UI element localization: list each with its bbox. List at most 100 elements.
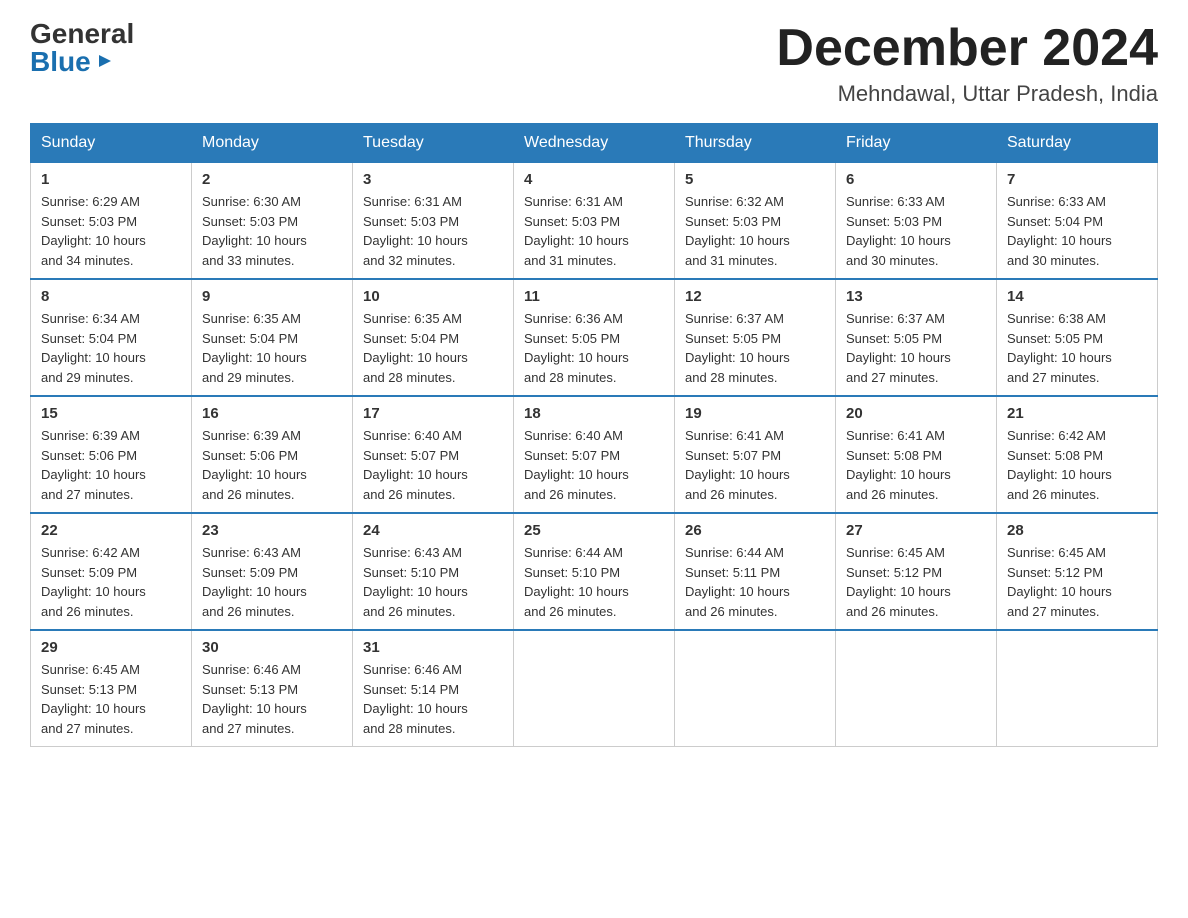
calendar-week-row: 15 Sunrise: 6:39 AMSunset: 5:06 PMDaylig…	[31, 396, 1158, 513]
day-number: 25	[524, 522, 664, 539]
day-info: Sunrise: 6:33 AMSunset: 5:03 PMDaylight:…	[846, 194, 951, 268]
calendar-cell: 22 Sunrise: 6:42 AMSunset: 5:09 PMDaylig…	[31, 513, 192, 630]
logo-arrow-icon	[95, 51, 115, 76]
calendar-cell: 3 Sunrise: 6:31 AMSunset: 5:03 PMDayligh…	[353, 163, 514, 280]
day-number: 3	[363, 171, 503, 188]
calendar-cell: 1 Sunrise: 6:29 AMSunset: 5:03 PMDayligh…	[31, 163, 192, 280]
day-info: Sunrise: 6:36 AMSunset: 5:05 PMDaylight:…	[524, 311, 629, 385]
day-info: Sunrise: 6:37 AMSunset: 5:05 PMDaylight:…	[685, 311, 790, 385]
day-info: Sunrise: 6:45 AMSunset: 5:12 PMDaylight:…	[846, 545, 951, 619]
day-number: 4	[524, 171, 664, 188]
day-info: Sunrise: 6:35 AMSunset: 5:04 PMDaylight:…	[202, 311, 307, 385]
day-info: Sunrise: 6:45 AMSunset: 5:12 PMDaylight:…	[1007, 545, 1112, 619]
calendar-week-row: 29 Sunrise: 6:45 AMSunset: 5:13 PMDaylig…	[31, 630, 1158, 747]
day-info: Sunrise: 6:39 AMSunset: 5:06 PMDaylight:…	[202, 428, 307, 502]
day-info: Sunrise: 6:39 AMSunset: 5:06 PMDaylight:…	[41, 428, 146, 502]
day-number: 26	[685, 522, 825, 539]
day-info: Sunrise: 6:40 AMSunset: 5:07 PMDaylight:…	[363, 428, 468, 502]
calendar-cell: 31 Sunrise: 6:46 AMSunset: 5:14 PMDaylig…	[353, 630, 514, 747]
calendar-header-row: SundayMondayTuesdayWednesdayThursdayFrid…	[31, 124, 1158, 163]
calendar-cell: 10 Sunrise: 6:35 AMSunset: 5:04 PMDaylig…	[353, 279, 514, 396]
calendar-cell: 5 Sunrise: 6:32 AMSunset: 5:03 PMDayligh…	[675, 163, 836, 280]
day-info: Sunrise: 6:44 AMSunset: 5:11 PMDaylight:…	[685, 545, 790, 619]
day-number: 13	[846, 288, 986, 305]
day-number: 17	[363, 405, 503, 422]
calendar-cell: 19 Sunrise: 6:41 AMSunset: 5:07 PMDaylig…	[675, 396, 836, 513]
calendar-cell: 8 Sunrise: 6:34 AMSunset: 5:04 PMDayligh…	[31, 279, 192, 396]
day-number: 9	[202, 288, 342, 305]
day-number: 2	[202, 171, 342, 188]
day-info: Sunrise: 6:29 AMSunset: 5:03 PMDaylight:…	[41, 194, 146, 268]
calendar-cell: 20 Sunrise: 6:41 AMSunset: 5:08 PMDaylig…	[836, 396, 997, 513]
calendar-cell: 24 Sunrise: 6:43 AMSunset: 5:10 PMDaylig…	[353, 513, 514, 630]
day-info: Sunrise: 6:46 AMSunset: 5:13 PMDaylight:…	[202, 662, 307, 736]
day-number: 24	[363, 522, 503, 539]
calendar-week-row: 8 Sunrise: 6:34 AMSunset: 5:04 PMDayligh…	[31, 279, 1158, 396]
calendar-cell: 7 Sunrise: 6:33 AMSunset: 5:04 PMDayligh…	[997, 163, 1158, 280]
calendar-header-thursday: Thursday	[675, 124, 836, 163]
day-number: 10	[363, 288, 503, 305]
day-info: Sunrise: 6:41 AMSunset: 5:07 PMDaylight:…	[685, 428, 790, 502]
page-header: General Blue December 2024 Mehndawal, Ut…	[30, 20, 1158, 107]
day-number: 6	[846, 171, 986, 188]
day-info: Sunrise: 6:41 AMSunset: 5:08 PMDaylight:…	[846, 428, 951, 502]
day-info: Sunrise: 6:31 AMSunset: 5:03 PMDaylight:…	[363, 194, 468, 268]
calendar-cell: 12 Sunrise: 6:37 AMSunset: 5:05 PMDaylig…	[675, 279, 836, 396]
calendar-cell: 28 Sunrise: 6:45 AMSunset: 5:12 PMDaylig…	[997, 513, 1158, 630]
day-info: Sunrise: 6:37 AMSunset: 5:05 PMDaylight:…	[846, 311, 951, 385]
calendar-cell	[836, 630, 997, 747]
calendar-cell: 17 Sunrise: 6:40 AMSunset: 5:07 PMDaylig…	[353, 396, 514, 513]
calendar-cell: 11 Sunrise: 6:36 AMSunset: 5:05 PMDaylig…	[514, 279, 675, 396]
logo-blue-text: Blue	[30, 48, 91, 76]
day-info: Sunrise: 6:34 AMSunset: 5:04 PMDaylight:…	[41, 311, 146, 385]
calendar-title-area: December 2024 Mehndawal, Uttar Pradesh, …	[776, 20, 1158, 107]
day-info: Sunrise: 6:44 AMSunset: 5:10 PMDaylight:…	[524, 545, 629, 619]
calendar-cell	[675, 630, 836, 747]
calendar-header-saturday: Saturday	[997, 124, 1158, 163]
day-number: 8	[41, 288, 181, 305]
calendar-week-row: 22 Sunrise: 6:42 AMSunset: 5:09 PMDaylig…	[31, 513, 1158, 630]
day-info: Sunrise: 6:33 AMSunset: 5:04 PMDaylight:…	[1007, 194, 1112, 268]
calendar-cell: 30 Sunrise: 6:46 AMSunset: 5:13 PMDaylig…	[192, 630, 353, 747]
calendar-cell: 16 Sunrise: 6:39 AMSunset: 5:06 PMDaylig…	[192, 396, 353, 513]
day-number: 5	[685, 171, 825, 188]
day-info: Sunrise: 6:38 AMSunset: 5:05 PMDaylight:…	[1007, 311, 1112, 385]
calendar-cell: 2 Sunrise: 6:30 AMSunset: 5:03 PMDayligh…	[192, 163, 353, 280]
calendar-cell: 23 Sunrise: 6:43 AMSunset: 5:09 PMDaylig…	[192, 513, 353, 630]
calendar-header-tuesday: Tuesday	[353, 124, 514, 163]
day-info: Sunrise: 6:32 AMSunset: 5:03 PMDaylight:…	[685, 194, 790, 268]
day-info: Sunrise: 6:31 AMSunset: 5:03 PMDaylight:…	[524, 194, 629, 268]
day-number: 28	[1007, 522, 1147, 539]
day-number: 27	[846, 522, 986, 539]
day-number: 18	[524, 405, 664, 422]
calendar-cell	[514, 630, 675, 747]
day-number: 16	[202, 405, 342, 422]
calendar-header-monday: Monday	[192, 124, 353, 163]
month-year-title: December 2024	[776, 20, 1158, 77]
day-number: 20	[846, 405, 986, 422]
day-number: 11	[524, 288, 664, 305]
calendar-header-friday: Friday	[836, 124, 997, 163]
logo-general-text: General	[30, 20, 134, 48]
calendar-header-sunday: Sunday	[31, 124, 192, 163]
location-subtitle: Mehndawal, Uttar Pradesh, India	[776, 81, 1158, 107]
day-number: 31	[363, 639, 503, 656]
day-info: Sunrise: 6:46 AMSunset: 5:14 PMDaylight:…	[363, 662, 468, 736]
day-number: 1	[41, 171, 181, 188]
day-info: Sunrise: 6:42 AMSunset: 5:08 PMDaylight:…	[1007, 428, 1112, 502]
calendar-cell: 26 Sunrise: 6:44 AMSunset: 5:11 PMDaylig…	[675, 513, 836, 630]
day-number: 22	[41, 522, 181, 539]
calendar-cell: 21 Sunrise: 6:42 AMSunset: 5:08 PMDaylig…	[997, 396, 1158, 513]
calendar-week-row: 1 Sunrise: 6:29 AMSunset: 5:03 PMDayligh…	[31, 163, 1158, 280]
calendar-cell	[997, 630, 1158, 747]
calendar-cell: 4 Sunrise: 6:31 AMSunset: 5:03 PMDayligh…	[514, 163, 675, 280]
day-number: 15	[41, 405, 181, 422]
calendar-cell: 29 Sunrise: 6:45 AMSunset: 5:13 PMDaylig…	[31, 630, 192, 747]
day-info: Sunrise: 6:43 AMSunset: 5:10 PMDaylight:…	[363, 545, 468, 619]
day-info: Sunrise: 6:43 AMSunset: 5:09 PMDaylight:…	[202, 545, 307, 619]
day-number: 30	[202, 639, 342, 656]
day-number: 23	[202, 522, 342, 539]
calendar-cell: 18 Sunrise: 6:40 AMSunset: 5:07 PMDaylig…	[514, 396, 675, 513]
day-number: 21	[1007, 405, 1147, 422]
calendar-cell: 6 Sunrise: 6:33 AMSunset: 5:03 PMDayligh…	[836, 163, 997, 280]
